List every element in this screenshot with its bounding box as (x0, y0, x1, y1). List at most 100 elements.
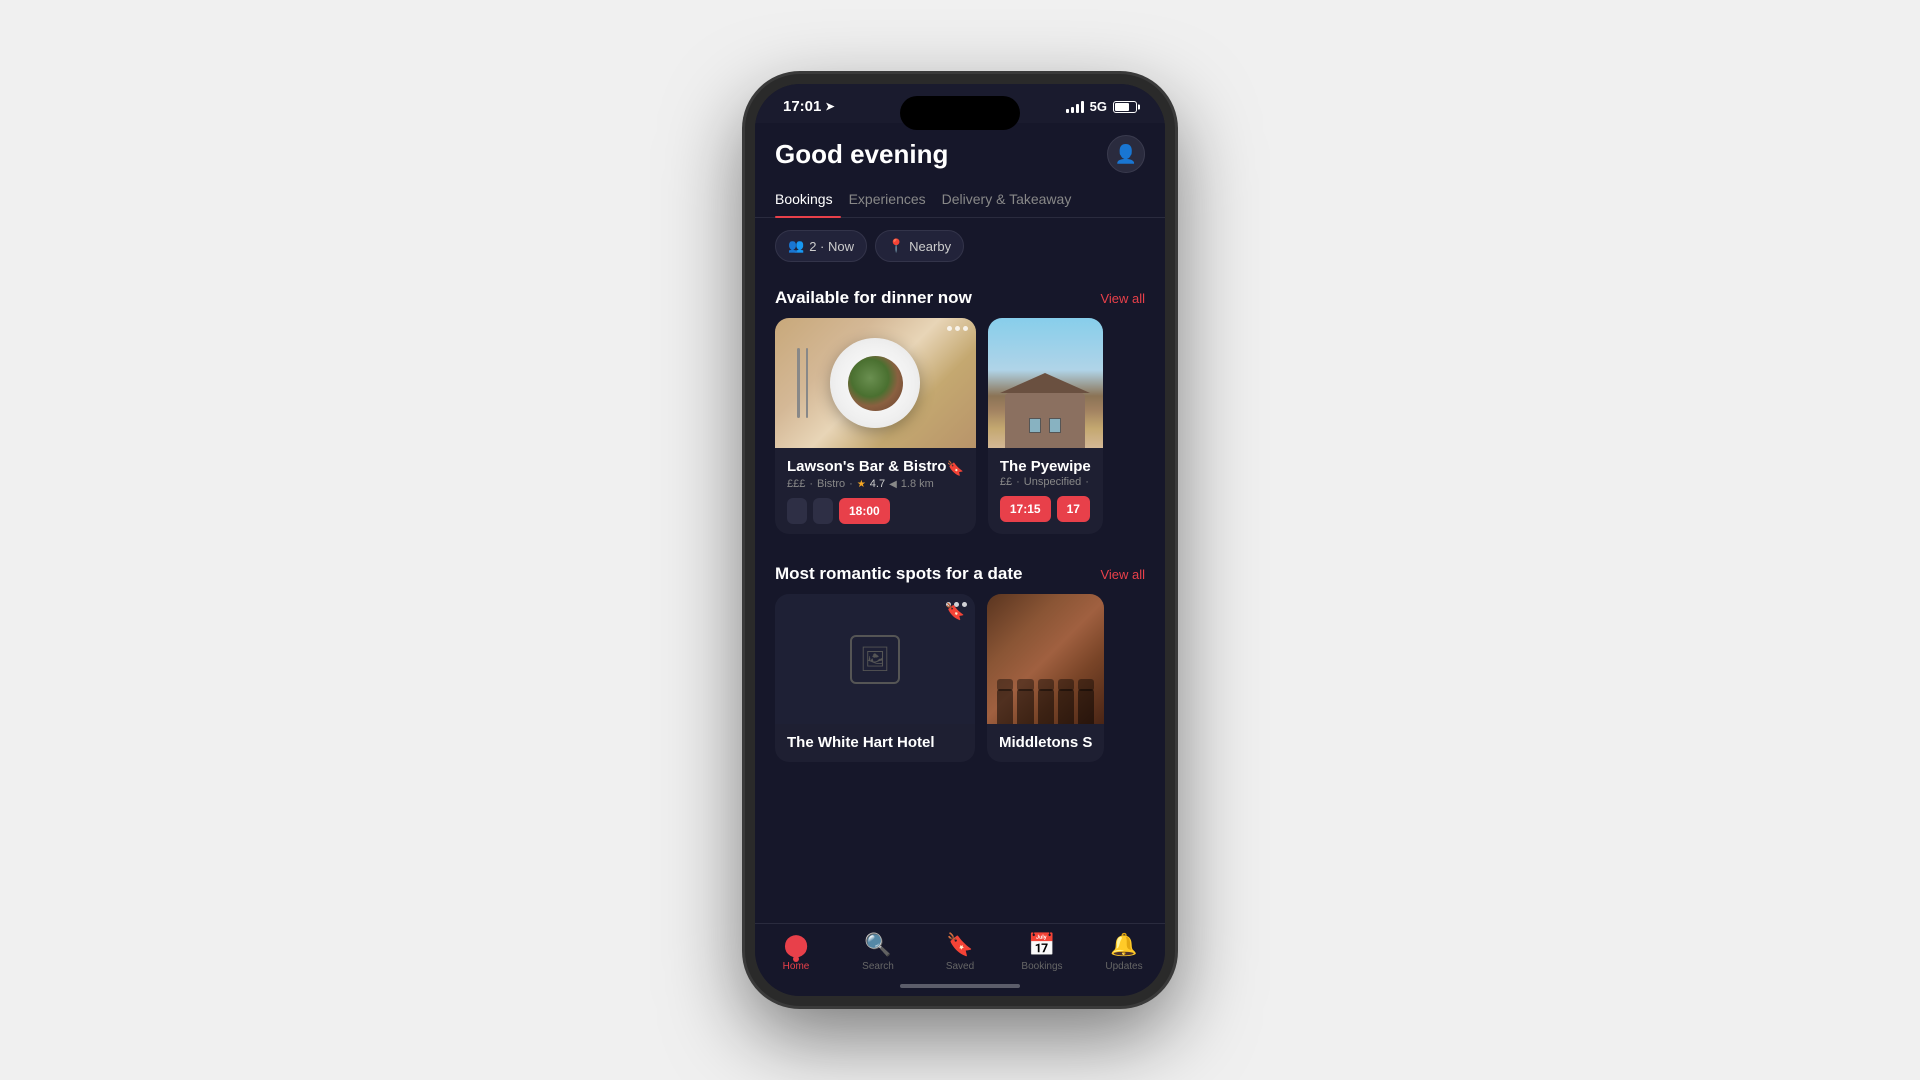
nav-saved-label: Saved (946, 961, 974, 972)
nearby-filter-label: Nearby (909, 239, 951, 254)
dot-2 (955, 326, 960, 331)
middletons-image (987, 594, 1104, 724)
tab-experiences[interactable]: Experiences (849, 181, 942, 217)
app-header: Good evening 👤 (755, 123, 1165, 181)
white-hart-card[interactable]: 🖼 🔖 The White Hart Hotel (775, 594, 975, 762)
lawsons-price: £££ (787, 478, 805, 490)
home-icon: ⬤ (784, 932, 809, 958)
white-hart-bookmark[interactable]: 🔖 (945, 602, 965, 622)
lawsons-time-slots: 18:00 (787, 498, 964, 524)
nearby-filter-chip[interactable]: 📍 Nearby (875, 230, 964, 262)
phone-screen: 17:01 ➤ 5G Good evening (755, 84, 1165, 996)
tab-bar: Bookings Experiences Delivery & Takeaway (755, 181, 1165, 218)
dinner-view-all[interactable]: View all (1100, 291, 1145, 306)
network-type: 5G (1090, 99, 1107, 114)
home-active-dot (793, 956, 799, 962)
nav-updates[interactable]: 🔔 Updates (1094, 932, 1154, 972)
location-arrow-icon: ➤ (825, 100, 834, 113)
nav-search[interactable]: 🔍 Search (848, 932, 908, 972)
tab-delivery-takeaway[interactable]: Delivery & Takeaway (942, 181, 1088, 217)
signal-bar-4 (1081, 101, 1084, 113)
pyewipe-slot-2[interactable]: 17 (1057, 496, 1090, 522)
romantic-view-all[interactable]: View all (1100, 567, 1145, 582)
romantic-section: Most romantic spots for a date View all … (755, 550, 1165, 778)
image-placeholder-icon: 🖼 (860, 645, 890, 674)
chair-2 (1017, 689, 1033, 724)
lawsons-card[interactable]: Lawson's Bar & Bistro 🔖 £££ · Bistro · ★… (775, 318, 976, 534)
pyewipe-time-slots: 17:15 17 (1000, 496, 1091, 522)
signal-bar-2 (1071, 107, 1074, 113)
lawsons-distance: 1.8 km (901, 478, 934, 490)
middletons-name: Middletons S (999, 734, 1092, 751)
profile-button[interactable]: 👤 (1107, 135, 1145, 173)
greeting-text: Good evening (775, 139, 948, 170)
chair-3 (1038, 689, 1054, 724)
lawsons-name: Lawson's Bar & Bistro (787, 458, 946, 475)
card-options-dots[interactable] (947, 326, 968, 331)
nav-search-label: Search (862, 961, 894, 972)
lawsons-card-body: Lawson's Bar & Bistro 🔖 £££ · Bistro · ★… (775, 448, 976, 534)
signal-bar-1 (1066, 109, 1069, 113)
building-roof (1000, 373, 1090, 393)
middletons-card-body: Middletons S (987, 724, 1104, 762)
knife-icon (806, 348, 809, 418)
fork-knife-icon (797, 348, 808, 418)
nav-bookings[interactable]: 📅 Bookings (1012, 932, 1072, 972)
lawsons-slot-2[interactable] (813, 498, 833, 524)
fork-icon (797, 348, 800, 418)
dynamic-island (900, 96, 1020, 130)
lawsons-category: Bistro (817, 478, 845, 490)
chairs-silhouette (987, 646, 1104, 724)
guests-filter-label: 2 · Now (809, 239, 854, 254)
dot-3 (963, 326, 968, 331)
nav-saved[interactable]: 🔖 Saved (930, 932, 990, 972)
battery-icon (1113, 101, 1137, 113)
signal-bar-3 (1076, 104, 1079, 113)
tab-bookings[interactable]: Bookings (775, 181, 849, 217)
food-plate (830, 338, 920, 428)
nav-home-label: Home (783, 961, 810, 972)
pyewipe-card-body: The Pyewipe ££ · Unspecified · 17:15 17 (988, 448, 1103, 532)
chair-1 (997, 689, 1013, 724)
window-1 (1029, 418, 1041, 433)
nav-home[interactable]: ⬤ Home (766, 932, 826, 972)
white-hart-image: 🖼 🔖 (775, 594, 975, 724)
pyewipe-card[interactable]: The Pyewipe ££ · Unspecified · 17:15 17 (988, 318, 1103, 534)
white-hart-name: The White Hart Hotel (787, 734, 935, 751)
lawsons-meta: £££ · Bistro · ★ 4.7 ◀ 1.8 km (787, 478, 964, 490)
guests-filter-chip[interactable]: 👥 2 · Now (775, 230, 867, 262)
lawsons-card-image (775, 318, 976, 448)
lawsons-slot-1[interactable] (787, 498, 807, 524)
time-display: 17:01 (783, 98, 821, 115)
status-icons: 5G (1066, 99, 1137, 114)
building-windows (1029, 418, 1061, 433)
location-pin-icon: 📍 (888, 238, 904, 254)
pyewipe-meta: ££ · Unspecified · (1000, 476, 1091, 488)
white-hart-card-body: The White Hart Hotel (775, 724, 975, 762)
middletons-card[interactable]: Middletons S (987, 594, 1104, 762)
filter-row: 👥 2 · Now 📍 Nearby (755, 218, 1165, 274)
dinner-cards-scroll: Lawson's Bar & Bistro 🔖 £££ · Bistro · ★… (755, 318, 1165, 550)
dinner-section: Available for dinner now View all (755, 274, 1165, 550)
dot-1 (947, 326, 952, 331)
bookings-icon: 📅 (1028, 932, 1055, 958)
pyewipe-slot-1[interactable]: 17:15 (1000, 496, 1051, 522)
romantic-section-title: Most romantic spots for a date (775, 564, 1022, 584)
window-2 (1049, 418, 1061, 433)
home-indicator (900, 984, 1020, 988)
lawsons-rating: 4.7 (870, 478, 885, 490)
romantic-cards-scroll: 🖼 🔖 The White Hart Hotel (755, 594, 1165, 778)
star-icon: ★ (857, 479, 866, 490)
nav-updates-label: Updates (1105, 961, 1142, 972)
lawsons-bookmark[interactable]: 🔖 (946, 460, 963, 477)
pyewipe-card-image (988, 318, 1103, 448)
dinner-section-header: Available for dinner now View all (755, 280, 1165, 318)
main-content: Good evening 👤 Bookings Experiences Deli… (755, 123, 1165, 923)
lawsons-slot-3[interactable]: 18:00 (839, 498, 890, 524)
nav-bookings-label: Bookings (1021, 961, 1062, 972)
profile-icon: 👤 (1115, 144, 1137, 165)
battery-fill (1115, 103, 1129, 111)
pyewipe-price: ££ (1000, 476, 1012, 488)
pyewipe-name: The Pyewipe (1000, 458, 1091, 475)
food-content (848, 356, 903, 411)
